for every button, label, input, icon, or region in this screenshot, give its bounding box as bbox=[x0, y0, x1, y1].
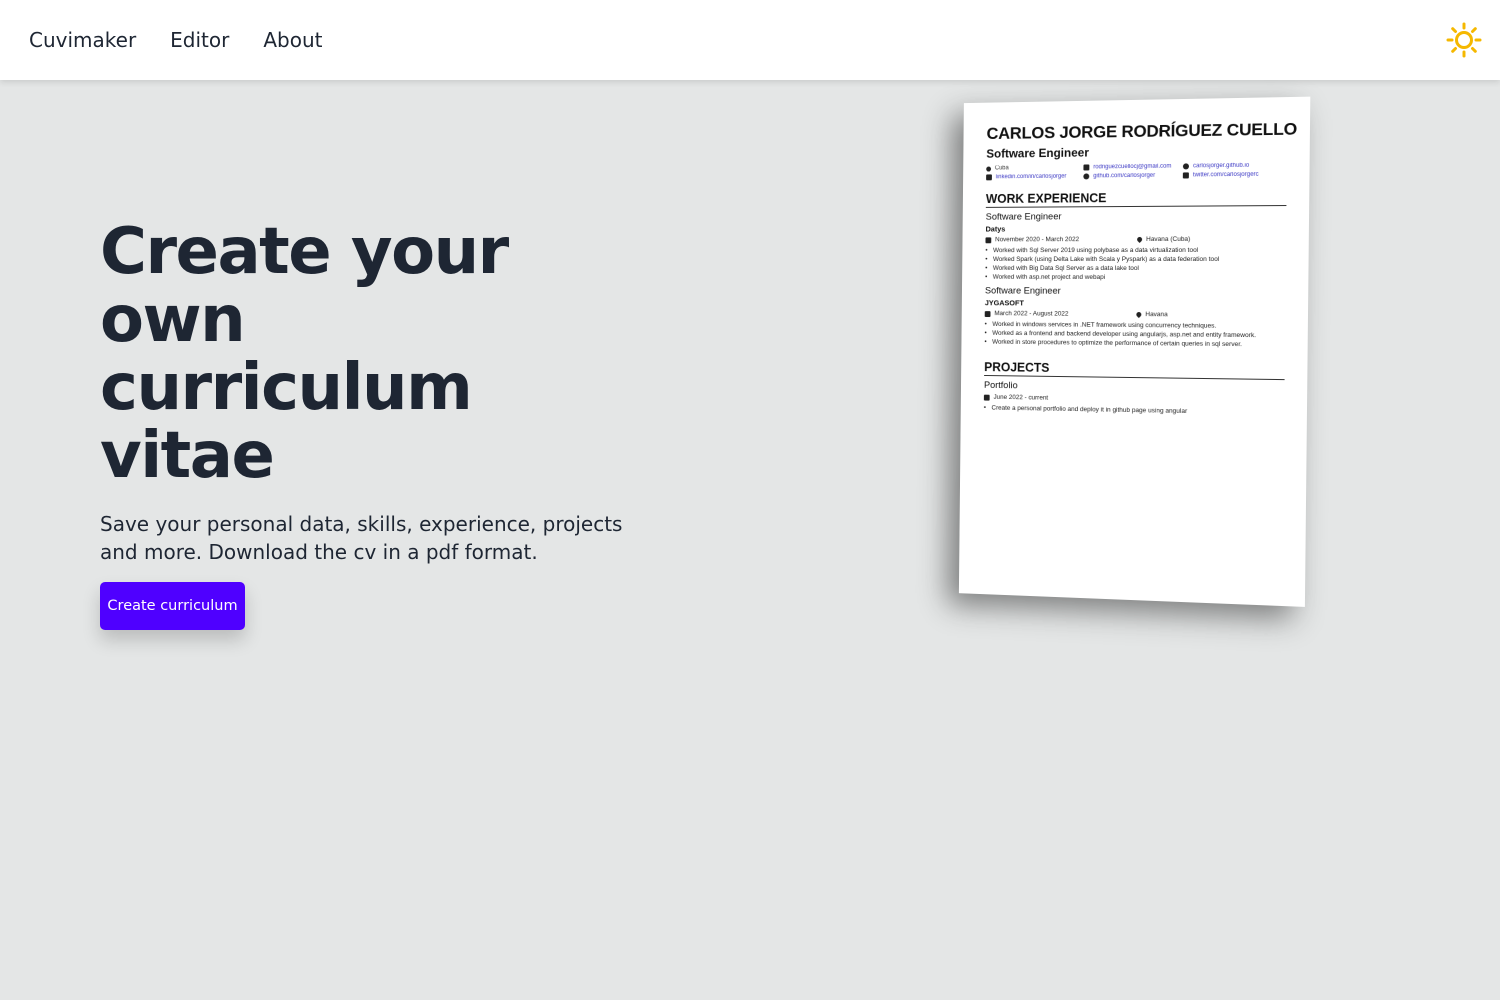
top-navbar: Cuvimaker Editor About bbox=[0, 0, 1500, 80]
nav-home-link[interactable]: Cuvimaker bbox=[29, 27, 136, 53]
cv-job-dates-text: November 2020 - March 2022 bbox=[995, 236, 1080, 244]
cv-bullet: Worked with Big Data Sql Server as a dat… bbox=[985, 264, 1286, 273]
cv-bullet: Create a personal portfolio and deploy i… bbox=[984, 403, 1285, 417]
cv-job-meta: November 2020 - March 2022 Havana (Cuba) bbox=[985, 236, 1286, 244]
cv-project-dates: June 2022 - current bbox=[983, 393, 1136, 403]
cv-contact-email: rodriguezcuellocj@gmail.com bbox=[1083, 163, 1183, 171]
calendar-icon bbox=[983, 394, 990, 401]
hero-subtitle: Save your personal data, skills, experie… bbox=[100, 512, 623, 564]
cv-job-title: Software Engineer bbox=[985, 211, 1062, 223]
cv-job-dates: March 2022 - August 2022 bbox=[984, 310, 1137, 318]
cv-contact-text: github.com/carlosjorger bbox=[1093, 172, 1156, 180]
cv-bullet: Worked Spark (using Delta Lake with Scal… bbox=[985, 255, 1286, 264]
cv-contact-website: carlosjorger.github.io bbox=[1182, 162, 1285, 170]
cv-job-location: Havana (Cuba) bbox=[1136, 235, 1191, 244]
cv-job: Software Engineer Datys November 2020 - … bbox=[985, 210, 1286, 282]
cv-preview: CARLOS JORGE RODRÍGUEZ CUELLO Software E… bbox=[958, 96, 1311, 607]
cv-project-bullets: Create a personal portfolio and deploy i… bbox=[984, 403, 1285, 417]
cv-contact-text: carlosjorger.github.io bbox=[1192, 162, 1250, 170]
cv-job-location: Havana bbox=[1135, 311, 1168, 319]
sun-icon bbox=[1446, 22, 1482, 58]
cv-job-location-text: Havana bbox=[1145, 311, 1168, 319]
cv-bullet: Worked in store procedures to optimize t… bbox=[984, 338, 1285, 350]
location-icon bbox=[1136, 235, 1144, 244]
cv-contact-text: rodriguezcuellocj@gmail.com bbox=[1093, 163, 1172, 171]
calendar-icon bbox=[984, 310, 991, 317]
cv-job-company: JYGASOFT bbox=[984, 298, 1024, 308]
calendar-icon bbox=[985, 236, 992, 243]
location-icon bbox=[1135, 311, 1143, 319]
location-icon bbox=[986, 165, 993, 172]
cv-contact-text: linkedin.com/in/carlosjorger bbox=[995, 173, 1067, 181]
nav-about-link[interactable]: About bbox=[263, 27, 322, 53]
cv-projects-heading: PROJECTS bbox=[984, 360, 1285, 381]
cv-project-title: Portfolio bbox=[983, 379, 1018, 392]
hero-title-line-1: Create your own bbox=[100, 215, 509, 357]
mail-icon bbox=[1083, 164, 1090, 171]
linkedin-icon bbox=[986, 174, 992, 181]
cv-contact-linkedin: linkedin.com/in/carlosjorger bbox=[986, 173, 1083, 181]
cv-bullet: Worked with Sql Server 2019 using polyba… bbox=[985, 246, 1286, 255]
cv-work-heading: WORK EXPERIENCE bbox=[985, 189, 1287, 208]
hero-title: Create your own curriculum vitae bbox=[100, 218, 660, 490]
create-curriculum-button[interactable]: Create curriculum bbox=[100, 582, 245, 630]
cv-contact-text: Cuba bbox=[994, 165, 1009, 172]
hero-section: Create your own curriculum vitae Save yo… bbox=[100, 218, 660, 630]
cv-job-meta: March 2022 - August 2022 Havana bbox=[984, 310, 1286, 319]
cv-contact-twitter: twitter.com/carlosjorgerc bbox=[1182, 171, 1285, 179]
cv-bullet: Worked with asp.net project and webapi bbox=[985, 273, 1286, 283]
user-icon bbox=[1182, 163, 1190, 170]
cv-project: Portfolio June 2022 - current Create a p… bbox=[983, 379, 1285, 418]
cv-job-company: Datys bbox=[985, 224, 1006, 234]
cv-name: CARLOS JORGE RODRÍGUEZ CUELLO bbox=[986, 119, 1298, 143]
nav-links: Cuvimaker Editor About bbox=[29, 27, 357, 53]
theme-toggle-button[interactable] bbox=[1446, 22, 1482, 58]
cv-job-location-text: Havana (Cuba) bbox=[1146, 235, 1191, 243]
cv-job-dates: November 2020 - March 2022 bbox=[985, 236, 1137, 243]
cv-contact-location: Cuba bbox=[986, 165, 1083, 172]
cv-role: Software Engineer bbox=[986, 145, 1089, 161]
cv-contacts: Cuba rodriguezcuellocj@gmail.com carlosj… bbox=[986, 162, 1287, 181]
cv-project-dates-text: June 2022 - current bbox=[993, 393, 1049, 402]
cv-job-dates-text: March 2022 - August 2022 bbox=[994, 310, 1069, 318]
twitter-icon bbox=[1182, 172, 1189, 179]
cv-job-bullets: Worked with Sql Server 2019 using polyba… bbox=[985, 246, 1286, 283]
nav-editor-link[interactable]: Editor bbox=[170, 27, 229, 53]
github-icon bbox=[1083, 173, 1090, 180]
cv-job: Software Engineer JYGASOFT March 2022 - … bbox=[984, 286, 1285, 350]
cv-contact-text: twitter.com/carlosjorgerc bbox=[1192, 171, 1259, 179]
cv-contact-github: github.com/carlosjorger bbox=[1083, 172, 1183, 180]
cv-job-title: Software Engineer bbox=[984, 285, 1061, 297]
hero-title-line-2: curriculum vitae bbox=[100, 351, 473, 493]
cv-job-bullets: Worked in windows services in .NET frame… bbox=[984, 320, 1285, 350]
